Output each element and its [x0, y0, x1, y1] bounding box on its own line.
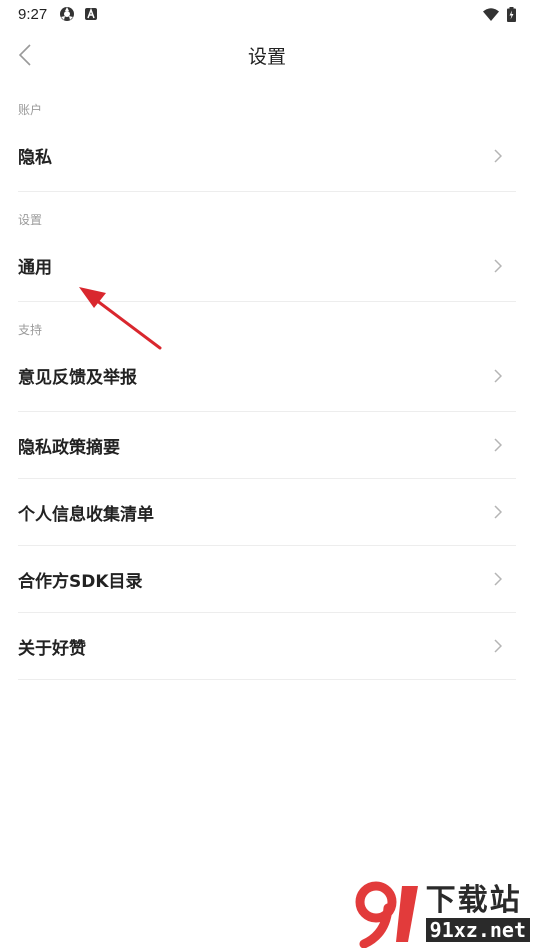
settings-list: 账户 隐私 设置 通用 支持 意见反馈及举报 隐私政策摘要 个人信息收集清单 合…	[18, 100, 516, 680]
chevron-right-icon	[494, 368, 502, 383]
watermark-text: 下载站 91xz.net	[425, 883, 530, 942]
status-icons-left	[59, 6, 98, 22]
sync-icon	[60, 7, 75, 21]
notification-a-icon	[85, 8, 98, 20]
watermark-logo-icon	[355, 881, 418, 948]
chevron-right-icon	[494, 258, 502, 273]
row-general[interactable]: 通用	[18, 230, 516, 302]
chevron-right-icon	[494, 505, 502, 519]
section-header-settings: 设置	[18, 213, 43, 227]
row-label: 隐私政策摘要	[18, 437, 120, 458]
row-label: 关于好赞	[18, 638, 86, 659]
status-icons-right	[483, 6, 516, 22]
row-about[interactable]: 关于好赞	[18, 613, 516, 680]
watermark-url: 91xz.net	[425, 918, 530, 942]
section-support: 支持 意见反馈及举报 隐私政策摘要 个人信息收集清单 合作方SDK目录 关于好赞	[18, 320, 516, 680]
row-privacy-policy-summary[interactable]: 隐私政策摘要	[18, 412, 516, 479]
row-label: 隐私	[18, 148, 52, 168]
row-label: 通用	[18, 258, 52, 278]
watermark: 下载站 91xz.net	[350, 878, 530, 948]
row-label: 合作方SDK目录	[18, 571, 143, 592]
settings-screen: 9:27 设置 账户 隐私 设置 通用 支持 意见反馈及举报 隐私政策摘要 个人…	[0, 0, 534, 950]
page-title: 设置	[247, 46, 286, 68]
chevron-right-icon	[494, 572, 502, 586]
battery-icon	[507, 6, 516, 22]
status-time: 9:27	[18, 5, 48, 23]
row-personal-info-list[interactable]: 个人信息收集清单	[18, 479, 516, 546]
status-bar: 9:27	[0, 0, 534, 28]
chevron-right-icon	[494, 438, 502, 452]
section-header-account: 账户	[18, 103, 43, 117]
row-privacy[interactable]: 隐私	[18, 120, 516, 192]
section-account: 账户 隐私	[18, 100, 516, 192]
row-partner-sdk-list[interactable]: 合作方SDK目录	[18, 546, 516, 613]
section-header-support: 支持	[18, 323, 43, 337]
watermark-title: 下载站	[425, 883, 522, 918]
section-settings: 设置 通用	[18, 210, 516, 302]
row-label: 意见反馈及举报	[18, 368, 137, 388]
chevron-right-icon	[494, 148, 502, 163]
row-label: 个人信息收集清单	[18, 504, 154, 525]
wifi-icon	[483, 7, 499, 21]
row-feedback[interactable]: 意见反馈及举报	[18, 340, 516, 412]
header: 设置	[0, 28, 534, 82]
chevron-right-icon	[494, 639, 502, 653]
